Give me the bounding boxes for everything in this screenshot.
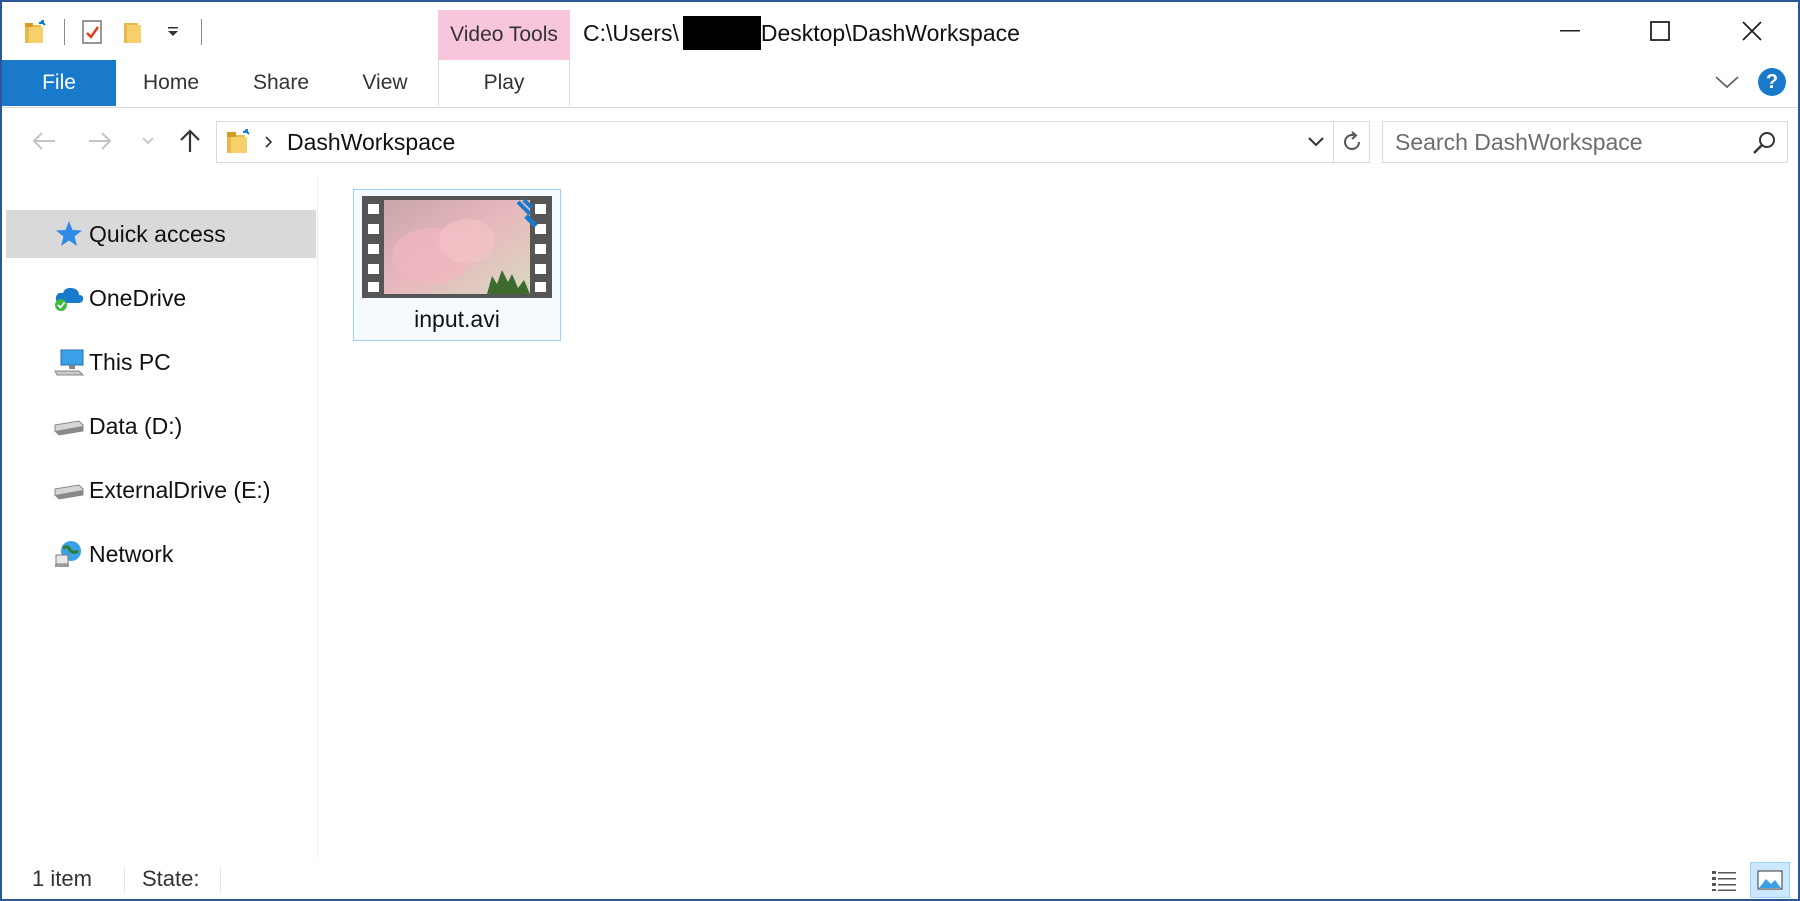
address-history-dropdown[interactable]	[1299, 122, 1333, 162]
new-folder-icon[interactable]	[113, 14, 153, 50]
file-item-input-avi[interactable]: input.avi	[353, 189, 561, 341]
breadcrumb-dashworkspace[interactable]: DashWorkspace	[287, 129, 455, 156]
address-bar[interactable]: DashWorkspace	[216, 121, 1370, 163]
forward-button[interactable]	[80, 123, 120, 159]
title-suffix: Desktop\DashWorkspace	[760, 20, 1020, 46]
up-button[interactable]	[170, 123, 210, 159]
minimize-button[interactable]	[1524, 6, 1616, 56]
video-file-icon	[362, 196, 552, 298]
window-title: C:\Users\ Desktop\DashWorkspace	[583, 16, 1020, 50]
navigation-pane: Quick access OneDrive This PC Data (D:) …	[2, 178, 318, 858]
status-separator	[220, 868, 221, 892]
network-icon	[52, 537, 86, 571]
expand-ribbon-icon[interactable]	[1714, 74, 1740, 90]
sidebar-item-onedrive[interactable]: OneDrive	[6, 274, 316, 322]
back-button[interactable]	[24, 123, 64, 159]
back-arrow-icon	[32, 132, 55, 150]
video-tools-context-tab: Video Tools	[438, 10, 570, 60]
tab-play[interactable]: Play	[438, 60, 570, 106]
search-icon[interactable]	[1751, 130, 1777, 156]
file-explorer-window: Video Tools C:\Users\ Desktop\DashWorksp…	[0, 0, 1800, 901]
chevron-down-icon	[142, 137, 154, 145]
help-button[interactable]: ?	[1758, 68, 1786, 96]
sidebar-item-label: Quick access	[89, 220, 226, 247]
tab-view[interactable]: View	[340, 60, 430, 106]
sidebar-item-label: Data (D:)	[89, 412, 183, 439]
sidebar-item-network[interactable]: Network	[6, 530, 316, 578]
refresh-button[interactable]	[1333, 122, 1369, 162]
title-bar: Video Tools C:\Users\ Desktop\DashWorksp…	[2, 2, 1798, 60]
customize-toolbar-icon[interactable]	[153, 14, 193, 50]
status-state: State:	[142, 866, 200, 891]
search-box[interactable]	[1382, 121, 1788, 163]
computer-icon	[52, 345, 86, 379]
item-count: 1 item	[32, 866, 92, 891]
large-icons-view-icon	[1757, 870, 1783, 890]
breadcrumb-chevron-icon[interactable]	[261, 135, 275, 149]
close-icon	[1742, 21, 1762, 41]
details-view-button[interactable]	[1704, 862, 1744, 898]
ribbon-tabs: File Home Share View Play ?	[2, 60, 1798, 108]
toolbar-separator	[64, 19, 65, 45]
tab-home[interactable]: Home	[126, 60, 216, 106]
status-separator	[124, 868, 125, 892]
folder-icon	[227, 129, 250, 153]
maximize-icon	[1650, 21, 1670, 41]
recent-locations-button[interactable]	[128, 123, 168, 159]
forward-arrow-icon	[89, 132, 112, 150]
maximize-button[interactable]	[1614, 6, 1706, 56]
drive-icon	[52, 473, 86, 507]
drive-icon	[52, 409, 86, 443]
redacted-username	[682, 16, 761, 50]
sidebar-item-label: ExternalDrive (E:)	[89, 476, 271, 503]
tab-share[interactable]: Share	[236, 60, 326, 106]
search-input[interactable]	[1383, 123, 1733, 161]
sidebar-item-label: OneDrive	[89, 284, 187, 311]
up-arrow-icon	[180, 129, 200, 152]
ribbon-right-controls: ?	[1714, 68, 1786, 96]
toolbar-separator	[201, 19, 202, 45]
cloud-icon	[52, 281, 86, 315]
navigation-bar: DashWorkspace	[2, 109, 1798, 177]
sidebar-item-label: This PC	[89, 348, 171, 375]
sidebar-item-quick-access[interactable]: Quick access	[6, 210, 316, 258]
file-list-pane[interactable]: input.avi	[319, 178, 1798, 858]
quick-access-toolbar	[16, 14, 210, 50]
status-bar: 1 item State:	[2, 858, 1798, 899]
sidebar-item-data-drive[interactable]: Data (D:)	[6, 402, 316, 450]
sidebar-item-this-pc[interactable]: This PC	[6, 338, 316, 386]
tab-file[interactable]: File	[2, 60, 116, 106]
close-button[interactable]	[1706, 6, 1798, 56]
minimize-icon	[1560, 30, 1580, 32]
star-icon	[52, 217, 86, 251]
sidebar-item-label: Network	[89, 540, 174, 567]
sidebar-item-external-drive[interactable]: ExternalDrive (E:)	[6, 466, 316, 514]
chevron-down-icon	[1308, 137, 1324, 147]
file-name: input.avi	[414, 306, 500, 332]
title-prefix: C:\Users\	[583, 20, 679, 46]
refresh-icon	[1343, 131, 1360, 150]
properties-icon[interactable]	[73, 14, 113, 50]
details-view-icon	[1712, 871, 1736, 891]
folder-quick-icon[interactable]	[16, 14, 56, 50]
large-icons-view-button[interactable]	[1750, 862, 1790, 898]
